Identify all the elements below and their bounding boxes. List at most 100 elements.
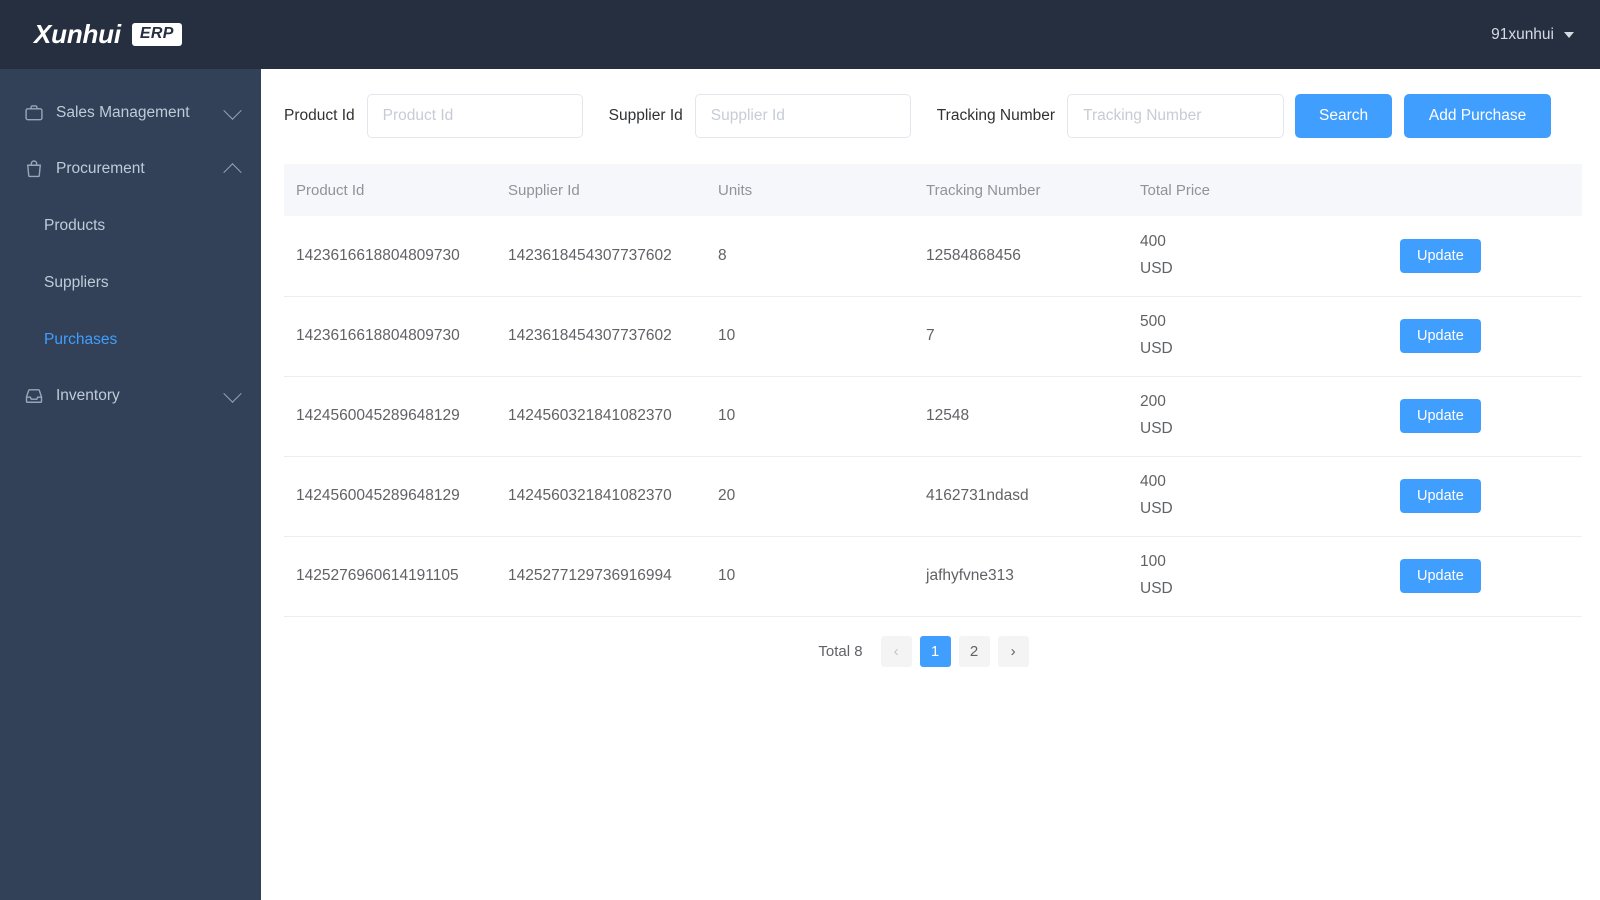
cell-units: 20 [706, 455, 914, 536]
cell-product-id: 1423616618804809730 [284, 295, 496, 376]
chevron-down-icon [1564, 31, 1574, 38]
cell-units: 10 [706, 535, 914, 617]
cell-total-price: 400 USD [1128, 455, 1342, 536]
sidebar-group-label: Sales Management [56, 104, 190, 121]
cell-actions: Update [1342, 375, 1582, 456]
sidebar-item-purchases[interactable]: Purchases [0, 311, 261, 368]
cell-tracking-number: jafhyfvne313 [914, 535, 1128, 617]
cell-units: 8 [718, 246, 727, 264]
table-row: 1423616618804809730 1423618454307737602 … [284, 295, 1582, 376]
user-menu[interactable]: 91xunhui [1491, 26, 1574, 44]
briefcase-icon [25, 105, 43, 121]
update-button[interactable]: Update [1400, 399, 1481, 433]
table-row: 1424560045289648129 1424560321841082370 … [284, 455, 1582, 536]
cell-actions: Update [1342, 535, 1582, 617]
product-id-input[interactable] [366, 94, 583, 138]
sidebar-group-label: Procurement [56, 160, 145, 177]
table-body: 1423616618804809730 1423618454307737602 … [284, 216, 1582, 617]
column-header-total-price: Total Price [1128, 164, 1342, 216]
tracking-number-input[interactable] [1067, 94, 1285, 138]
cell-total-price: 100 USD [1128, 535, 1342, 617]
table-row: 1425276960614191105 1425277129736916994 … [284, 535, 1582, 617]
table-head: Product Id Supplier Id Units Tracking Nu… [284, 164, 1582, 216]
chevron-down-icon [223, 383, 242, 403]
chevron-down-icon [223, 100, 242, 120]
erp-app: Xunhui ERP 91xunhui Sales Management Pro… [0, 0, 1600, 900]
cell-tracking-number: 12548 [914, 375, 1128, 456]
price-amount: 500 [1140, 313, 1166, 331]
chevron-left-icon[interactable]: ‹ [880, 636, 912, 667]
top-bar: Xunhui ERP 91xunhui [0, 0, 1600, 69]
sidebar-item-label: Suppliers [44, 273, 109, 291]
update-button[interactable]: Update [1400, 479, 1481, 513]
update-button[interactable]: Update [1400, 319, 1481, 353]
pagination: Total 8 ‹ 1 2 › [284, 617, 1563, 687]
add-purchase-button[interactable]: Add Purchase [1404, 94, 1552, 138]
sidebar-item-products[interactable]: Products [0, 197, 261, 254]
price-currency: USD [1140, 580, 1173, 597]
page-button-2[interactable]: 2 [958, 636, 990, 667]
price-amount: 200 [1140, 393, 1166, 411]
cell-product-id: 1424560045289648129 [284, 455, 496, 536]
app-logo: Xunhui ERP [34, 19, 182, 50]
sidebar-group-inventory[interactable]: Inventory [0, 368, 261, 424]
cell-product-id: 1423616618804809730 [296, 246, 460, 264]
cell-actions: Update [1342, 295, 1582, 376]
supplier-id-label: Supplier Id [608, 107, 683, 124]
page-button-1[interactable]: 1 [919, 636, 951, 667]
body-row: Sales Management Procurement Products Su… [0, 69, 1600, 900]
pagination-total: Total 8 [818, 643, 863, 660]
cell-units: 10 [706, 375, 914, 456]
sidebar-item-label: Products [44, 216, 106, 234]
column-header-product-id: Product Id [284, 164, 496, 216]
price-currency: USD [1140, 500, 1173, 517]
cell-tracking-number: 7 [914, 295, 1128, 376]
main-content: Product Id Supplier Id Tracking Number S… [261, 69, 1600, 900]
update-button[interactable]: Update [1400, 238, 1481, 273]
cell-product-id: 1425276960614191105 [284, 535, 496, 617]
price-amount: 400 [1140, 473, 1166, 491]
sidebar-group-label: Inventory [56, 387, 120, 404]
price-currency: USD [1140, 340, 1173, 357]
update-button[interactable]: Update [1400, 559, 1481, 593]
column-header-units: Units [706, 164, 914, 216]
cell-supplier-id: 1424560321841082370 [496, 455, 706, 536]
cell-actions: Update [1342, 216, 1582, 296]
cell-supplier-id: 1423618454307737602 [496, 295, 706, 376]
search-toolbar: Product Id Supplier Id Tracking Number S… [284, 93, 1563, 139]
cell-tracking-number: 12584868456 [926, 246, 1021, 264]
column-header-supplier-id: Supplier Id [496, 164, 706, 216]
purchases-table: Product Id Supplier Id Units Tracking Nu… [284, 164, 1582, 617]
chevron-right-icon[interactable]: › [997, 636, 1029, 667]
price-currency: USD [1140, 420, 1173, 437]
shopping-bag-icon [26, 160, 42, 178]
product-id-label: Product Id [284, 107, 355, 124]
cell-total-price: 500 USD [1128, 295, 1342, 376]
cell-total-price: 200 USD [1128, 375, 1342, 456]
cell-supplier-id: 1424560321841082370 [496, 375, 706, 456]
tracking-number-label: Tracking Number [936, 107, 1056, 124]
sidebar-item-suppliers[interactable]: Suppliers [0, 254, 261, 311]
table-row: 1423616618804809730 1423618454307737602 … [284, 216, 1582, 296]
cell-units: 10 [706, 295, 914, 376]
column-header-actions [1342, 164, 1582, 216]
sidebar-group-procurement[interactable]: Procurement [0, 141, 261, 197]
cell-total-price: 400 USD [1128, 216, 1342, 296]
cell-actions: Update [1342, 455, 1582, 536]
table-header-row: Product Id Supplier Id Units Tracking Nu… [284, 164, 1582, 216]
chevron-up-icon [223, 162, 242, 182]
brand-badge: ERP [131, 23, 182, 46]
user-name: 91xunhui [1491, 25, 1554, 43]
table-row: 1424560045289648129 1424560321841082370 … [284, 375, 1582, 456]
inbox-icon [25, 389, 43, 403]
cell-supplier-id: 1423618454307737602 [508, 246, 672, 264]
sidebar: Sales Management Procurement Products Su… [0, 69, 261, 900]
cell-supplier-id: 1425277129736916994 [496, 535, 706, 617]
price-currency: USD [1140, 259, 1173, 277]
column-header-tracking-number: Tracking Number [914, 164, 1128, 216]
supplier-id-input[interactable] [694, 94, 911, 138]
price-amount: 100 [1140, 553, 1166, 571]
search-button[interactable]: Search [1295, 94, 1393, 138]
cell-product-id: 1424560045289648129 [284, 375, 496, 456]
sidebar-group-sales-management[interactable]: Sales Management [0, 85, 261, 141]
